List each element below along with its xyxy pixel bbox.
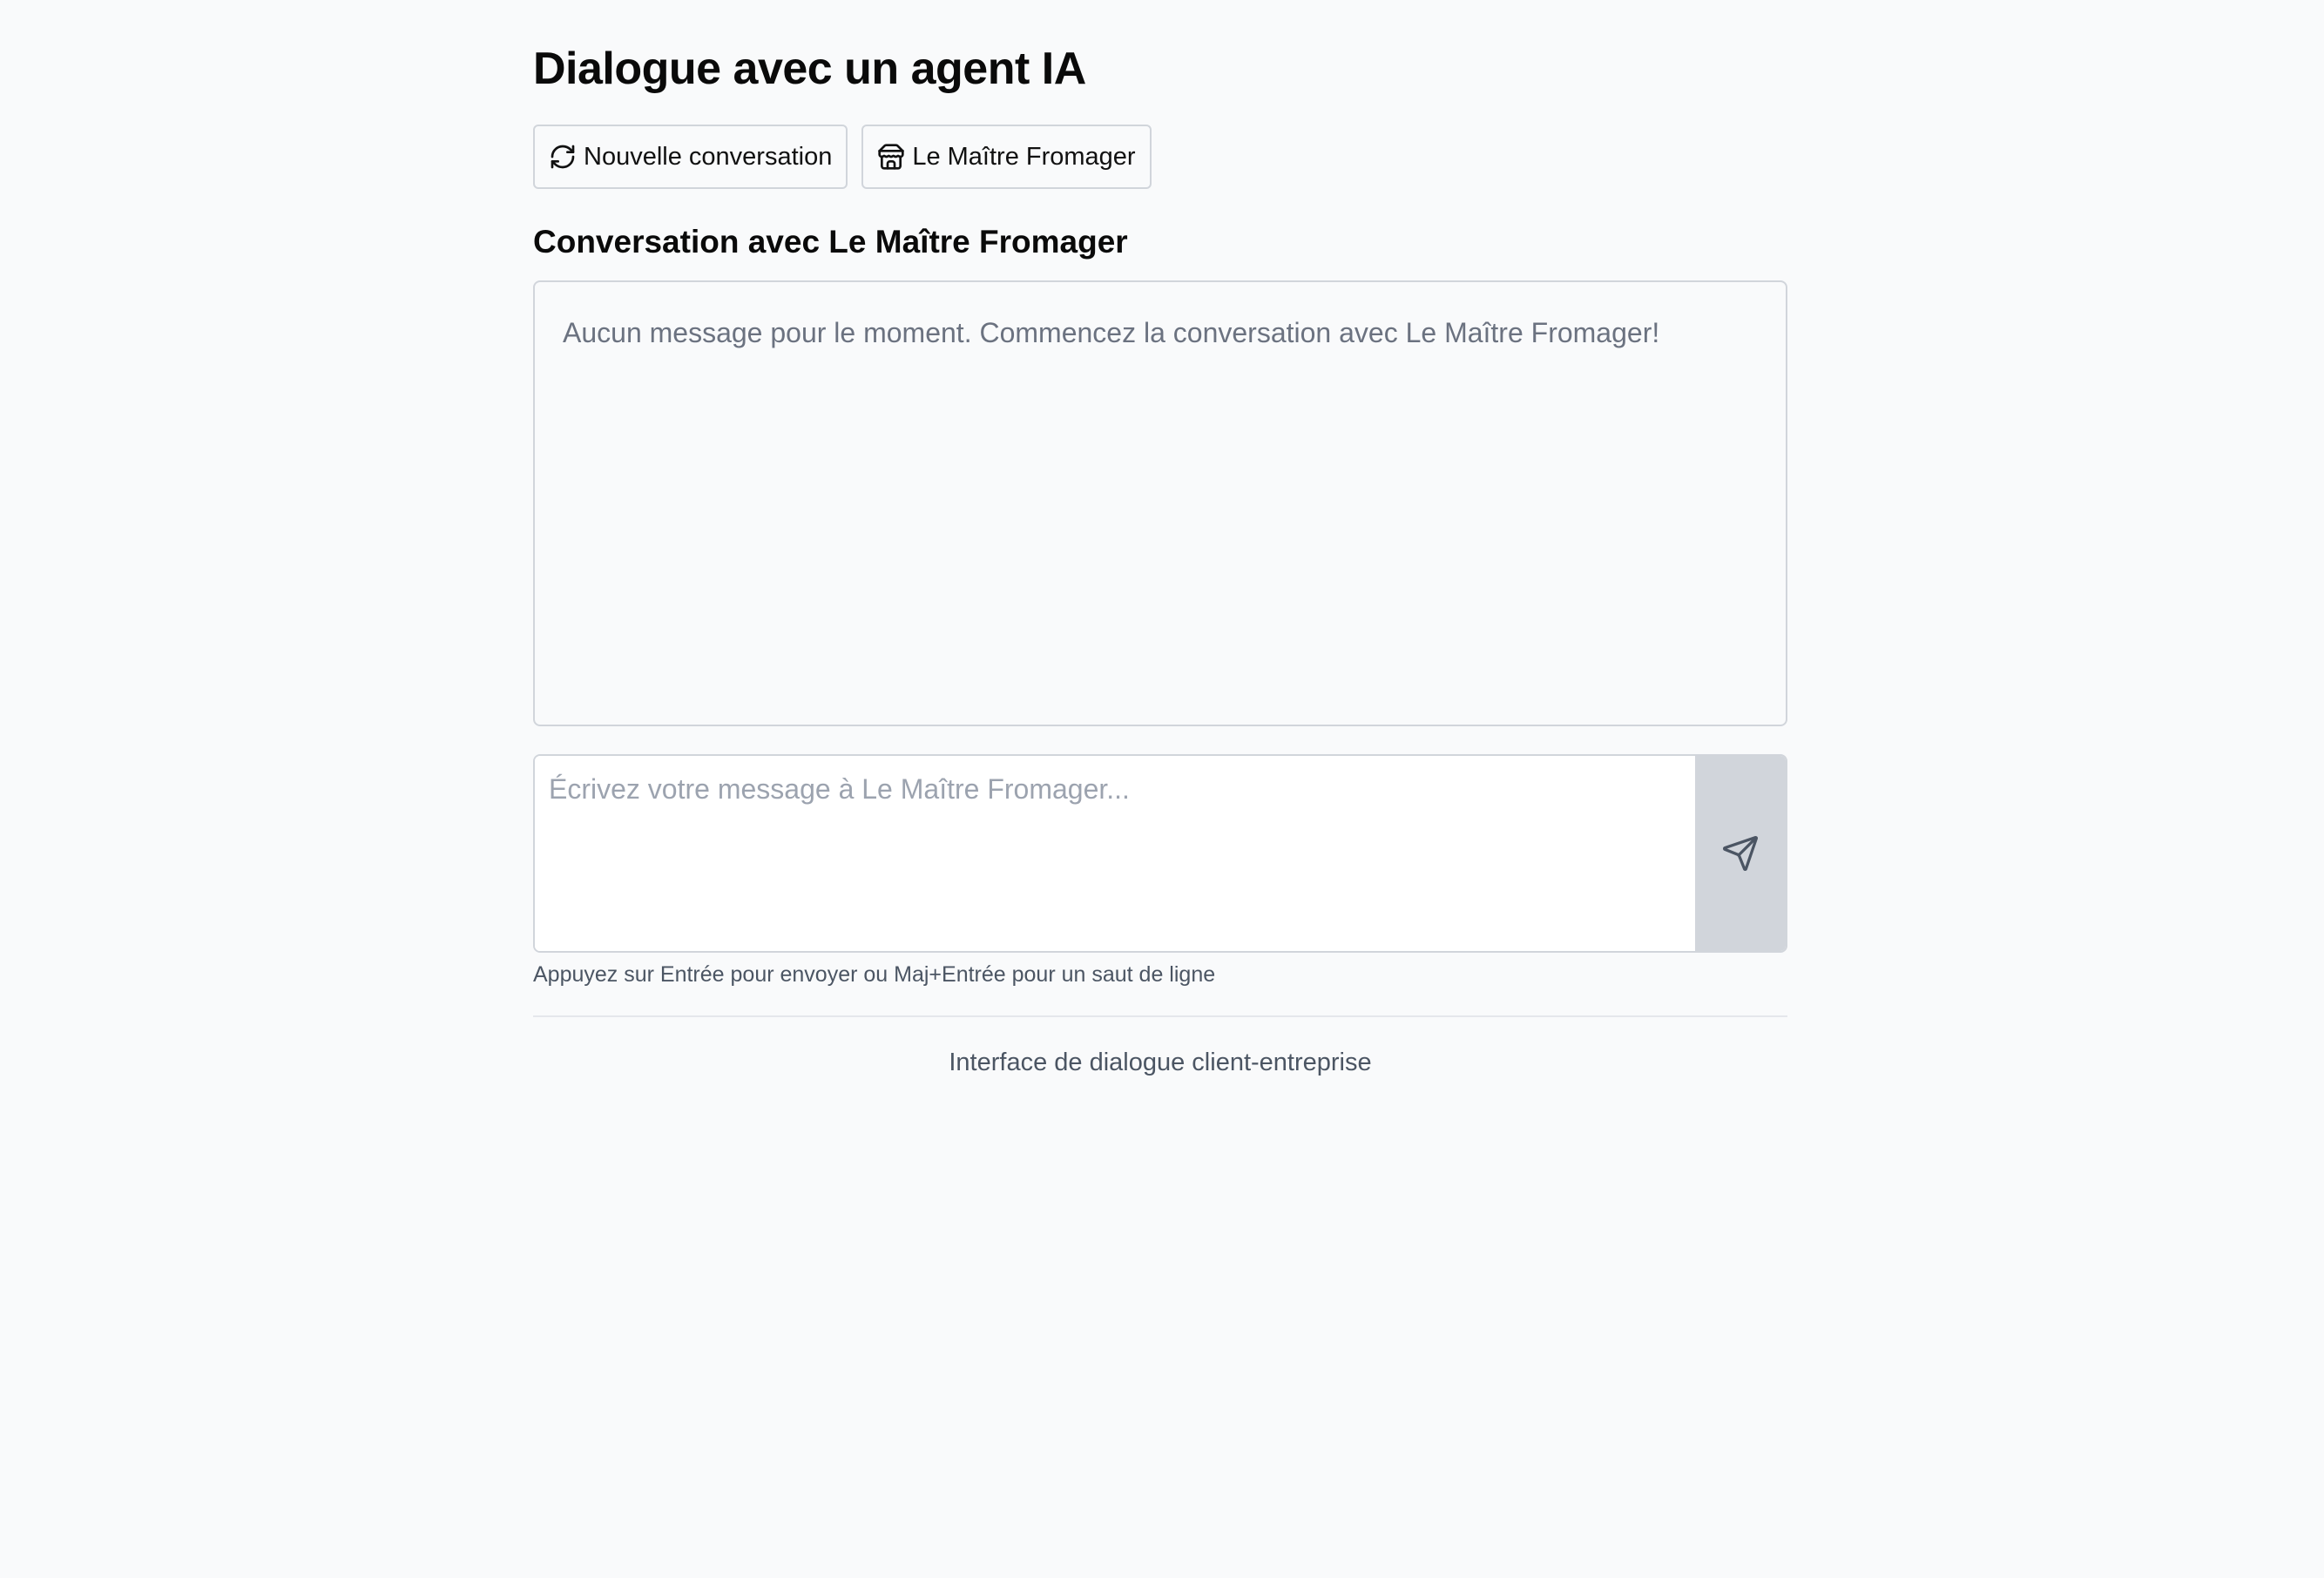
new-conversation-button[interactable]: Nouvelle conversation [533, 125, 848, 189]
send-icon [1723, 836, 1758, 871]
refresh-icon [549, 143, 577, 171]
send-button[interactable] [1695, 756, 1786, 951]
agent-selector-label: Le Maître Fromager [912, 142, 1136, 171]
message-list[interactable]: Aucun message pour le moment. Commencez … [533, 280, 1787, 726]
footer-text: Interface de dialogue client-entreprise [949, 1049, 1372, 1076]
page-title: Dialogue avec un agent IA [533, 44, 1086, 94]
footer-divider [533, 1015, 1787, 1017]
empty-state-message: Aucun message pour le moment. Commencez … [563, 317, 1660, 348]
keyboard-hint: Appuyez sur Entrée pour envoyer ou Maj+E… [533, 962, 1216, 987]
store-icon [877, 143, 905, 171]
message-composer [533, 754, 1787, 953]
toolbar: Nouvelle conversation Le Maître Fromager [533, 125, 1152, 189]
agent-selector-button[interactable]: Le Maître Fromager [861, 125, 1152, 189]
message-input[interactable] [535, 756, 1697, 951]
new-conversation-label: Nouvelle conversation [584, 142, 833, 171]
conversation-title: Conversation avec Le Maître Fromager [533, 224, 1128, 260]
